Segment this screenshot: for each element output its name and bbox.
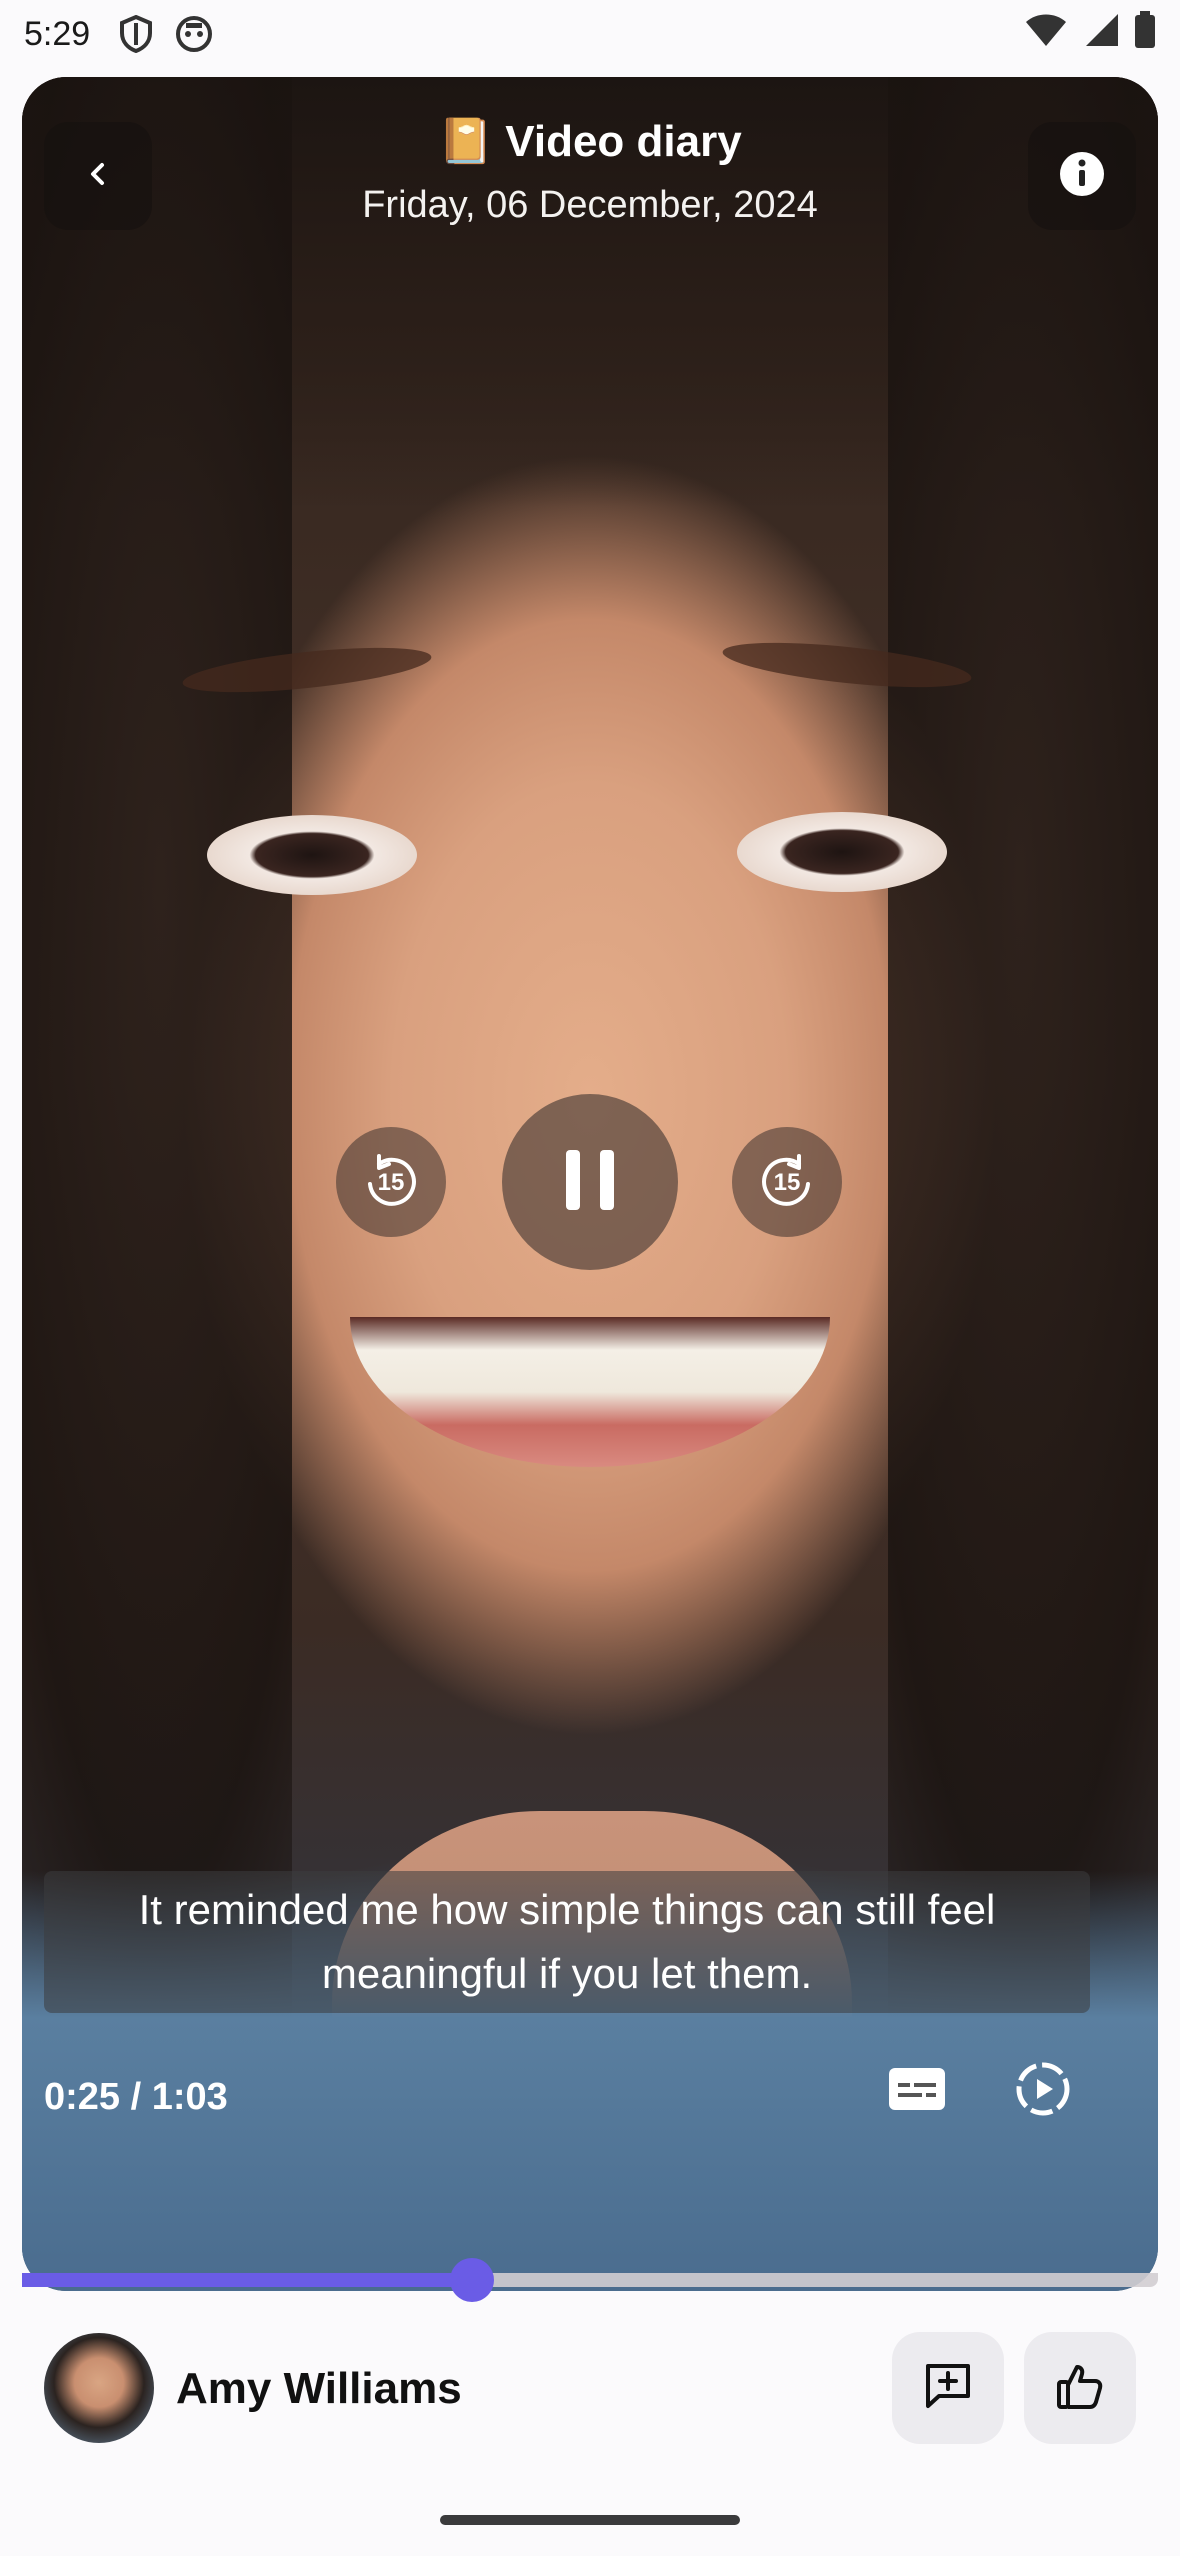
- shield-icon: [116, 14, 156, 54]
- info-icon: [1058, 150, 1106, 203]
- status-bar: 5:29: [0, 0, 1180, 68]
- timecode: 0:25 / 1:03: [44, 2076, 228, 2118]
- home-indicator[interactable]: [440, 2515, 740, 2525]
- robot-icon: [174, 14, 214, 54]
- battery-icon: [1134, 10, 1156, 58]
- pause-icon: [560, 1148, 620, 1217]
- author-name[interactable]: Amy Williams: [176, 2364, 462, 2414]
- add-comment-button[interactable]: [892, 2332, 1004, 2444]
- rewind-15-button[interactable]: 15: [336, 1127, 446, 1237]
- thumbs-up-icon: [1055, 2361, 1105, 2416]
- status-time: 5:29: [24, 14, 91, 53]
- progress-fill: [22, 2273, 472, 2287]
- page-title: 📔 Video diary: [438, 117, 742, 166]
- video-frame-hair-left: [22, 77, 292, 2077]
- forward-15-icon: 15: [757, 1152, 817, 1212]
- cell-signal-icon: [1082, 12, 1120, 57]
- progress-thumb[interactable]: [450, 2258, 494, 2302]
- rewind-seconds: 15: [377, 1169, 405, 1196]
- wifi-icon: [1024, 12, 1068, 57]
- author-bar: Amy Williams: [0, 2320, 1180, 2460]
- video-frame-mouth: [350, 1317, 830, 1467]
- video-frame-eye: [737, 812, 947, 892]
- add-comment-icon: [923, 2361, 973, 2416]
- autoplay-icon: [1015, 2061, 1071, 2122]
- video-frame-hair-right: [888, 77, 1158, 2077]
- avatar[interactable]: [44, 2333, 154, 2443]
- captions-button[interactable]: [878, 2052, 956, 2130]
- captions-icon: [888, 2067, 946, 2116]
- subtitle-caption: It reminded me how simple things can sti…: [44, 1871, 1090, 2013]
- info-button[interactable]: [1028, 122, 1136, 230]
- page-date: Friday, 06 December, 2024: [362, 184, 818, 226]
- forward-seconds: 15: [773, 1169, 801, 1196]
- autoplay-button[interactable]: [1004, 2052, 1082, 2130]
- video-header: 📔 Video diary Friday, 06 December, 2024: [22, 77, 1158, 277]
- forward-15-button[interactable]: 15: [732, 1127, 842, 1237]
- video-frame-eye: [207, 815, 417, 895]
- like-button[interactable]: [1024, 2332, 1136, 2444]
- rewind-15-icon: 15: [361, 1152, 421, 1212]
- pause-button[interactable]: [502, 1094, 678, 1270]
